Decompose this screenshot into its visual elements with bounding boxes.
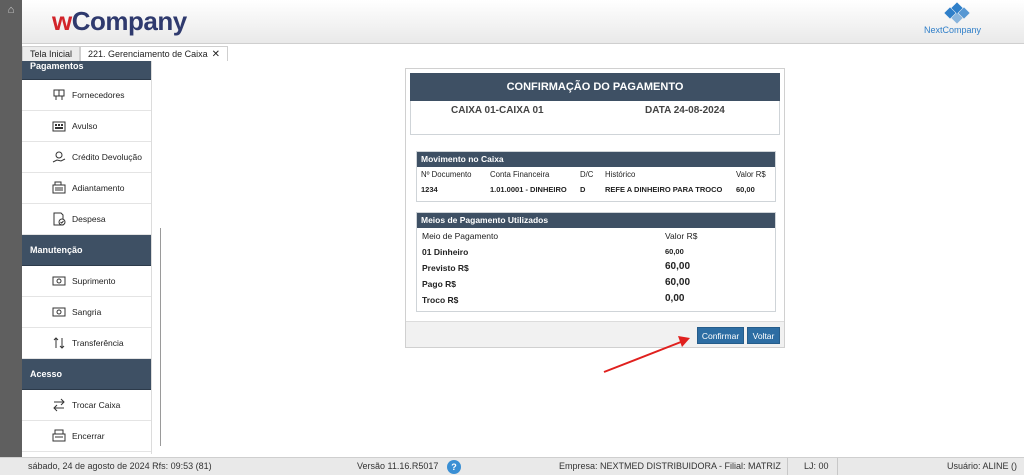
sidebar-item-label: Despesa (72, 214, 106, 224)
logo-w: w (52, 6, 72, 36)
sidebar: Pagamentos Fornecedores Avulso Crédito D… (22, 61, 152, 454)
cell-dc: D (580, 185, 586, 194)
cell-conta: 1.01.0001 - DINHEIRO (490, 185, 567, 194)
diamond-logo-icon (944, 2, 970, 24)
status-usuario: Usuário: ALINE () (947, 461, 1018, 471)
help-icon[interactable]: ? (447, 460, 461, 474)
status-date: sábado, 24 de agosto de 2024 Rfs: 09:53 … (28, 461, 212, 471)
col-conta: Conta Financeira (490, 170, 550, 179)
transfer-arrows-icon (52, 336, 66, 350)
cash-in-icon (52, 274, 66, 288)
nextcompany-logo: NextCompany (924, 2, 984, 38)
tab-cash-management-label: 221. Gerenciamento de Caixa (88, 49, 208, 59)
sidebar-item-label: Adiantamento (72, 183, 125, 193)
list-item: Previsto R$ 60,00 (417, 260, 775, 276)
confirmation-title: CONFIRMAÇÃO DO PAGAMENTO (410, 73, 780, 101)
confirm-button[interactable]: Confirmar (697, 327, 744, 344)
previsto-label: Previsto R$ (422, 263, 469, 273)
tab-home[interactable]: Tela Inicial (22, 46, 81, 61)
swap-icon (52, 398, 66, 412)
sidebar-item-label: Trocar Caixa (72, 400, 121, 410)
sidebar-item-label: Encerrar (72, 431, 105, 441)
meio-label: 01 Dinheiro (422, 247, 469, 257)
pago-value: 60,00 (665, 277, 691, 288)
status-separator (837, 458, 838, 475)
sidebar-item-suprimento[interactable]: Suprimento (22, 266, 151, 297)
sidebar-item-encerrar[interactable]: Encerrar (22, 421, 151, 452)
col-dc: D/C (580, 170, 594, 179)
list-item: Troco R$ 0,00 (417, 292, 775, 308)
close-icon[interactable]: ✕ (212, 49, 220, 60)
troco-value: 0,00 (665, 293, 685, 304)
sidebar-item-label: Transferência (72, 338, 124, 348)
payment-confirmation-panel: CONFIRMAÇÃO DO PAGAMENTO CAIXA 01-CAIXA … (405, 68, 785, 348)
sidebar-item-label: Fornecedores (72, 90, 125, 100)
sidebar-item-transferencia[interactable]: Transferência (22, 328, 151, 359)
back-button[interactable]: Voltar (747, 327, 780, 344)
nextcompany-label: NextCompany (924, 25, 982, 35)
keyboard-icon (52, 119, 66, 133)
previsto-value: 60,00 (665, 261, 691, 272)
left-strip: ⌂ (0, 0, 22, 457)
list-item: 01 Dinheiro 60,00 (417, 244, 775, 260)
cash-register-icon (52, 181, 66, 195)
cash-out-icon (52, 305, 66, 319)
cell-valor: 60,00 (736, 185, 755, 194)
cell-documento: 1234 (421, 185, 438, 194)
sidebar-item-label: Sangria (72, 307, 102, 317)
col-documento: Nº Documento (421, 170, 472, 179)
logo-company: Company (71, 6, 187, 36)
sidebar-scrollbar[interactable] (160, 228, 161, 446)
annotation-arrow-icon (603, 336, 690, 373)
meios-header-value: Valor R$ (665, 231, 698, 241)
sidebar-item-label: Avulso (72, 121, 98, 131)
sidebar-section-acesso: Acesso (22, 359, 151, 390)
date-label: DATA 24-08-2024 (645, 105, 725, 116)
home-icon[interactable]: ⌂ (4, 4, 18, 16)
register-close-icon (52, 429, 66, 443)
sidebar-item-despesa[interactable]: Despesa (22, 204, 151, 235)
status-separator (787, 458, 788, 475)
movimento-title: Movimento no Caixa (417, 152, 775, 167)
sidebar-item-credito-devolucao[interactable]: Crédito Devolução (22, 142, 151, 173)
col-historico: Histórico (605, 170, 636, 179)
tab-bar: Tela Inicial 221. Gerenciamento de Caixa… (22, 46, 228, 61)
sidebar-item-label: Crédito Devolução (72, 152, 142, 162)
sidebar-item-sangria[interactable]: Sangria (22, 297, 151, 328)
status-bar: sábado, 24 de agosto de 2024 Rfs: 09:53 … (0, 457, 1024, 475)
sidebar-item-trocar-caixa[interactable]: Trocar Caixa (22, 390, 151, 421)
money-hand-icon (52, 150, 66, 164)
pago-label: Pago R$ (422, 279, 457, 289)
meios-title: Meios de Pagamento Utilizados (417, 213, 775, 228)
sidebar-section-manutencao: Manutenção (22, 235, 151, 266)
document-check-icon (52, 212, 66, 226)
status-loja: LJ: 00 (804, 461, 829, 471)
sidebar-item-fornecedores[interactable]: Fornecedores (22, 80, 151, 111)
status-version: Versão 11.16.R5017 (357, 461, 439, 471)
troco-label: Troco R$ (422, 295, 459, 305)
caixa-label: CAIXA 01-CAIXA 01 (451, 105, 544, 116)
sidebar-section-pagamentos: Pagamentos (22, 61, 151, 80)
table-row: 1234 1.01.0001 - DINHEIRO D REFE A DINHE… (417, 182, 775, 197)
button-bar: Confirmar Voltar (406, 321, 784, 347)
col-valor: Valor R$ (736, 170, 766, 179)
meios-box: Meios de Pagamento Utilizados Meio de Pa… (416, 212, 776, 312)
list-item: Pago R$ 60,00 (417, 276, 775, 292)
meios-header-row: Meio de Pagamento Valor R$ (417, 228, 775, 244)
status-empresa: Empresa: NEXTMED DISTRIBUIDORA - Filial:… (559, 461, 781, 471)
tab-cash-management[interactable]: 221. Gerenciamento de Caixa ✕ (80, 46, 228, 61)
meios-header-label: Meio de Pagamento (422, 231, 499, 241)
truck-icon (52, 88, 66, 102)
movimento-header-row: Nº Documento Conta Financeira D/C Histór… (417, 167, 775, 182)
cell-historico: REFE A DINHEIRO PARA TROCO (605, 185, 723, 194)
meio-value: 60,00 (665, 247, 684, 256)
app-header: wCompany NextCompany (22, 0, 1024, 44)
sidebar-item-adiantamento[interactable]: Adiantamento (22, 173, 151, 204)
sidebar-item-avulso[interactable]: Avulso (22, 111, 151, 142)
confirmation-info: CAIXA 01-CAIXA 01 DATA 24-08-2024 (410, 101, 780, 135)
movimento-box: Movimento no Caixa Nº Documento Conta Fi… (416, 151, 776, 202)
sidebar-item-label: Suprimento (72, 276, 116, 286)
wcompany-logo: wCompany (52, 6, 187, 36)
